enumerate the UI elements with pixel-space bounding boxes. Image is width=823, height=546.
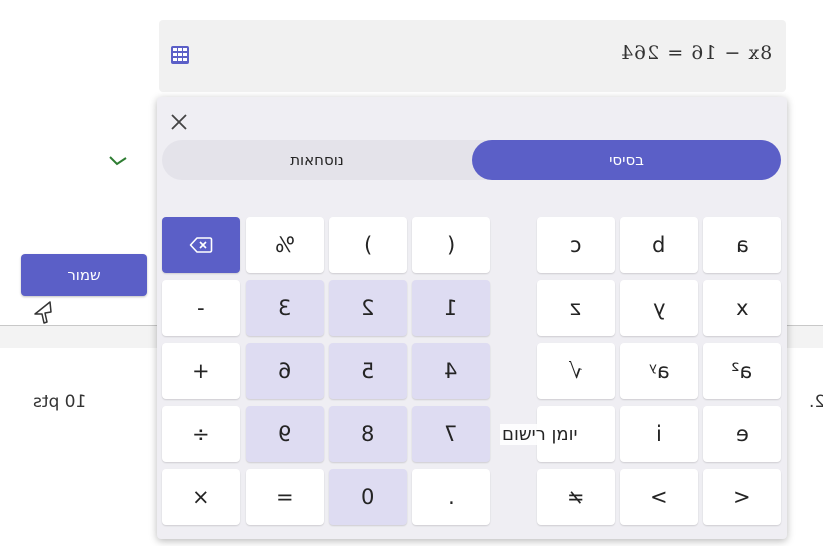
key-5[interactable]: 5 xyxy=(329,343,407,399)
key-power[interactable]: aʸ xyxy=(620,343,698,399)
key-percent[interactable]: % xyxy=(246,217,324,273)
key-8[interactable]: 8 xyxy=(329,406,407,462)
key-divide[interactable]: ÷ xyxy=(162,406,240,462)
key-not-equal[interactable]: ≠ xyxy=(537,469,615,525)
key-minus[interactable]: - xyxy=(162,280,240,336)
key-9[interactable]: 9 xyxy=(246,406,324,462)
key-z[interactable]: z xyxy=(537,280,615,336)
cursor-icon xyxy=(34,301,52,324)
key-3[interactable]: 3 xyxy=(246,280,324,336)
key-e[interactable]: e xyxy=(703,406,781,462)
tab-formulas[interactable]: נוסחאות xyxy=(162,140,472,180)
key-plus[interactable]: + xyxy=(162,343,240,399)
key-2[interactable]: 2 xyxy=(329,280,407,336)
question-number: 2. xyxy=(809,392,823,412)
key-c[interactable]: c xyxy=(537,217,615,273)
calculator-icon[interactable] xyxy=(168,43,192,67)
equation-input[interactable]: 8x − 16 = 264 xyxy=(159,20,786,92)
key-less-than[interactable]: < xyxy=(703,469,781,525)
key-b[interactable]: b xyxy=(620,217,698,273)
math-keyboard-panel: נוסחאות בסיסי % ) ( - 3 2 1 + 6 5 4 ÷ 9 … xyxy=(157,97,787,539)
key-greater-than[interactable]: > xyxy=(620,469,698,525)
key-y[interactable]: y xyxy=(620,280,698,336)
key-square[interactable]: a² xyxy=(703,343,781,399)
save-button-label: שמור xyxy=(67,266,101,284)
key-4[interactable]: 4 xyxy=(412,343,490,399)
checkmark-icon xyxy=(109,156,127,166)
tab-basic[interactable]: בסיסי xyxy=(472,140,781,180)
key-equals[interactable]: = xyxy=(246,469,324,525)
key-6[interactable]: 6 xyxy=(246,343,324,399)
save-button[interactable]: שמור xyxy=(21,254,147,296)
backspace-key[interactable] xyxy=(162,217,240,273)
key-sqrt[interactable]: √ xyxy=(537,343,615,399)
key-x[interactable]: x xyxy=(703,280,781,336)
backspace-icon xyxy=(189,237,213,253)
key-open-paren[interactable]: ( xyxy=(412,217,490,273)
key-a[interactable]: a xyxy=(703,217,781,273)
key-i[interactable]: i xyxy=(620,406,698,462)
log-label: יומן רישום xyxy=(500,424,580,445)
key-7[interactable]: 7 xyxy=(412,406,490,462)
key-close-paren[interactable]: ) xyxy=(329,217,407,273)
keyboard-tab-bar: נוסחאות בסיסי xyxy=(162,140,781,180)
close-icon[interactable] xyxy=(169,112,189,132)
key-1[interactable]: 1 xyxy=(412,280,490,336)
points-label: 10 pts xyxy=(33,392,87,412)
key-0[interactable]: 0 xyxy=(329,469,407,525)
key-decimal[interactable]: . xyxy=(412,469,490,525)
key-multiply[interactable]: × xyxy=(162,469,240,525)
equation-text: 8x − 16 = 264 xyxy=(619,42,772,64)
